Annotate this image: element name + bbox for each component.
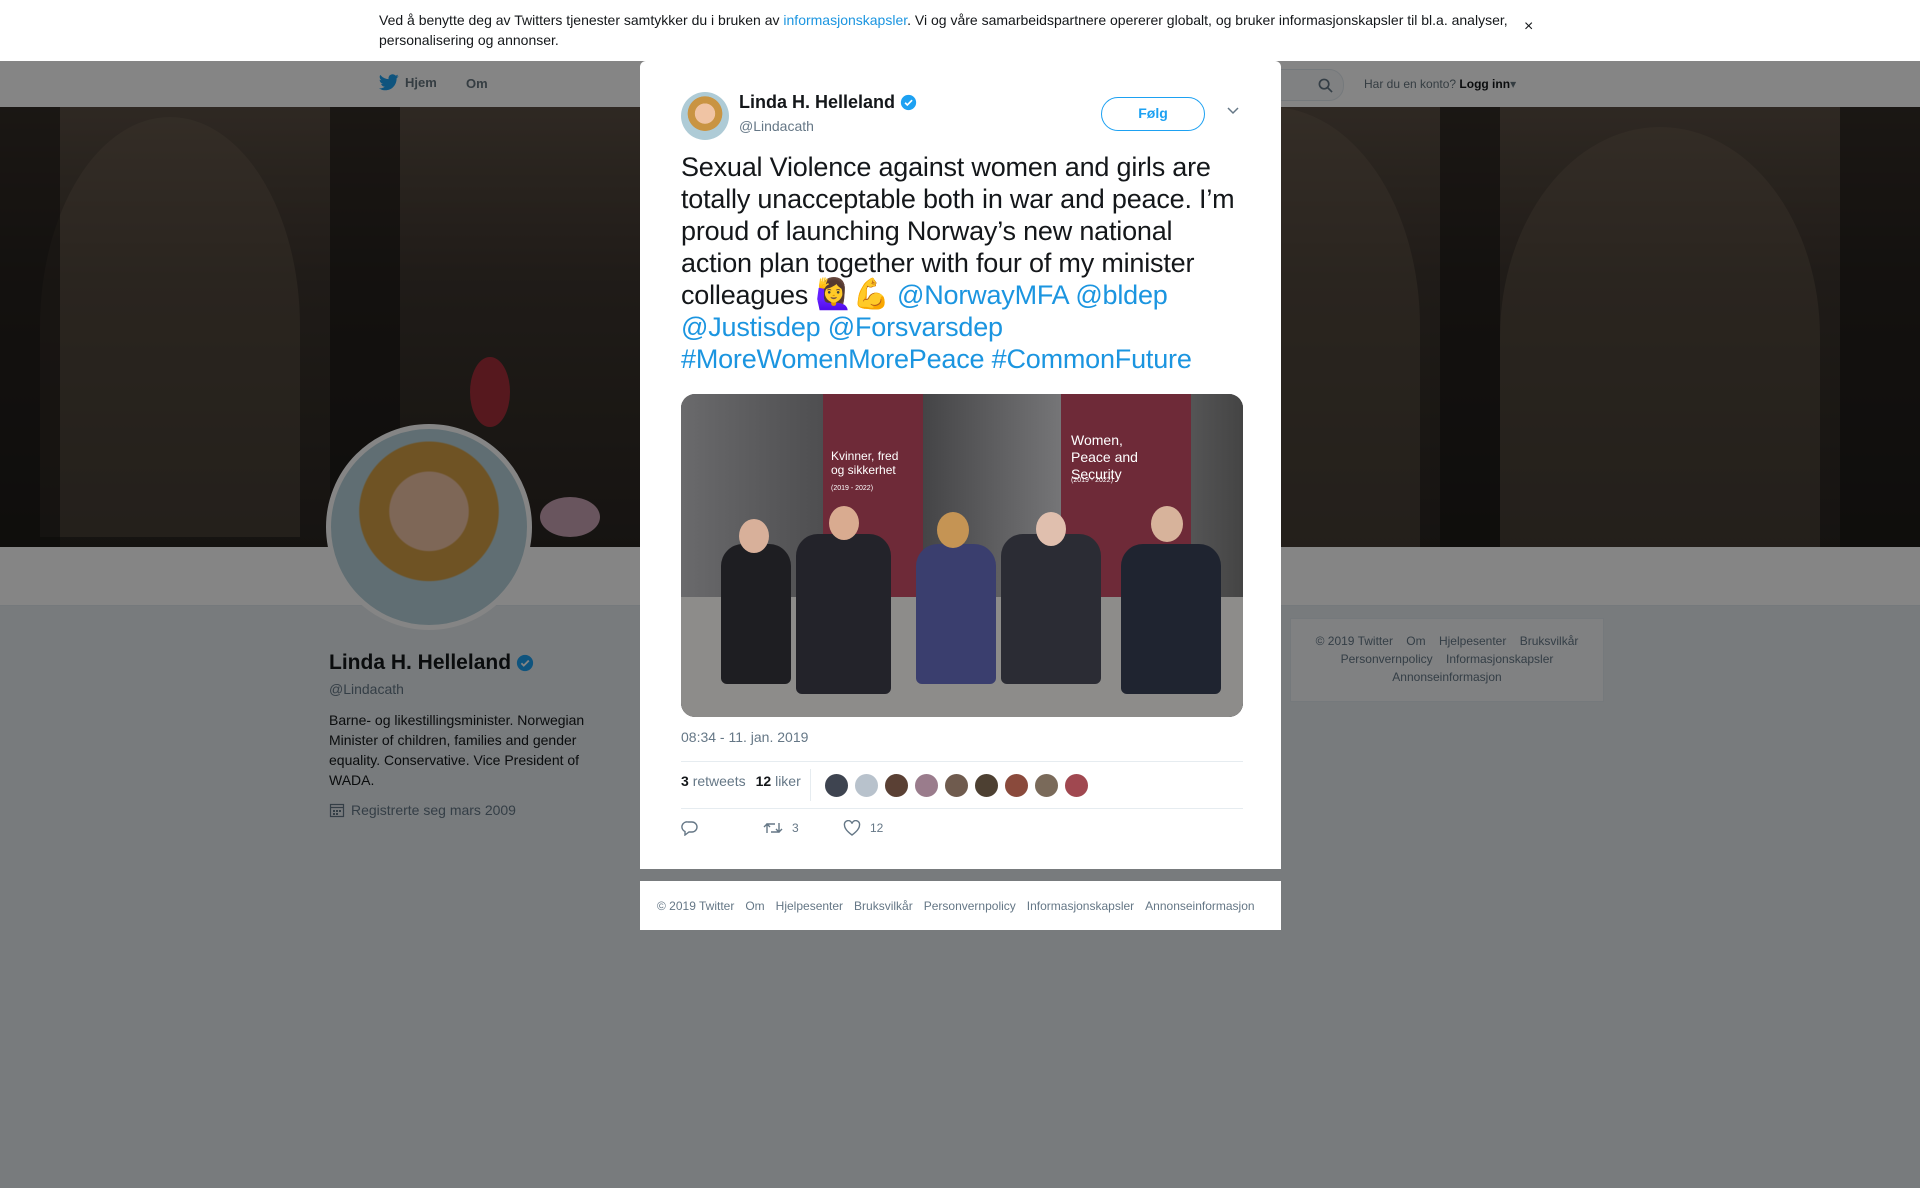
liker-avatar[interactable]: [1034, 773, 1059, 798]
photo-banner-left-text: Kvinner, fred og sikkerhet: [831, 449, 899, 477]
retweet-button[interactable]: 3: [763, 820, 843, 836]
like-button[interactable]: 12: [843, 820, 883, 836]
footer-link[interactable]: Bruksvilkår: [854, 899, 913, 913]
retweets-label: retweets: [692, 773, 746, 789]
liker-avatar[interactable]: [1004, 773, 1029, 798]
liker-avatar[interactable]: [944, 773, 969, 798]
liker-avatar[interactable]: [974, 773, 999, 798]
footer-link[interactable]: © 2019 Twitter: [657, 899, 734, 913]
liker-avatar[interactable]: [914, 773, 939, 798]
footer-link[interactable]: Personvernpolicy: [924, 899, 1016, 913]
photo-person: [1121, 544, 1221, 694]
mention-link[interactable]: @bldep: [1075, 280, 1167, 310]
likes-stat[interactable]: 12 liker: [756, 773, 801, 789]
photo-person: [721, 544, 791, 684]
tweet-emojis: 🙋‍♀️💪: [815, 278, 890, 311]
reply-icon: [681, 821, 698, 836]
tweet-author-avatar[interactable]: [681, 92, 729, 140]
tweet-stats: 3 retweets 12 liker: [681, 773, 801, 789]
hashtag-link[interactable]: #MoreWomenMorePeace: [681, 344, 985, 374]
liker-avatar[interactable]: [1064, 773, 1089, 798]
close-icon[interactable]: ×: [1874, 9, 1889, 40]
photo-person-head: [1036, 512, 1066, 546]
photo-person-head: [937, 512, 969, 548]
retweet-count: 3: [792, 821, 799, 835]
retweets-count: 3: [681, 773, 689, 789]
tweet-author-handle[interactable]: @Lindacath: [739, 118, 814, 134]
cookie-close-button[interactable]: ×: [1524, 18, 1533, 36]
footer-link[interactable]: Hjelpesenter: [776, 899, 843, 913]
liker-avatar[interactable]: [884, 773, 909, 798]
like-count: 12: [870, 821, 884, 835]
cookie-text-before: Ved å benytte deg av Twitters tjenester …: [379, 12, 784, 28]
liker-avatar[interactable]: [824, 773, 849, 798]
likes-count: 12: [755, 773, 772, 789]
photo-person-head: [739, 519, 769, 553]
modal-footer: © 2019 Twitter Om Hjelpesenter Bruksvilk…: [640, 881, 1281, 930]
photo-person: [916, 544, 996, 684]
photo-person-head: [829, 506, 859, 540]
photo-person: [796, 534, 891, 694]
tweet-text: Sexual Violence against women and girls …: [681, 151, 1246, 375]
liker-avatar[interactable]: [854, 773, 879, 798]
mention-link[interactable]: @Justisdep: [681, 312, 821, 342]
footer-link[interactable]: Annonseinformasjon: [1145, 899, 1254, 913]
reply-button[interactable]: [681, 820, 763, 836]
footer-link[interactable]: Om: [745, 899, 764, 913]
follow-button[interactable]: Følg: [1101, 97, 1205, 131]
photo-person: [1001, 534, 1101, 684]
verified-badge-icon: [900, 94, 917, 111]
photo-person-head: [1151, 506, 1183, 542]
mention-link[interactable]: @Forsvarsdep: [828, 312, 1003, 342]
cookie-policy-link[interactable]: informasjonskapsler: [783, 12, 907, 28]
likes-label: liker: [775, 773, 801, 789]
retweet-icon: [763, 823, 783, 833]
chevron-down-icon[interactable]: [1226, 106, 1240, 116]
tweet-photo[interactable]: Kvinner, fred og sikkerhet (2019 - 2022)…: [681, 394, 1243, 717]
tweet-actions: 3 12: [681, 820, 883, 836]
tweet-author-name[interactable]: Linda H. Helleland: [739, 92, 917, 113]
footer-link[interactable]: Informasjonskapsler: [1027, 899, 1134, 913]
hashtag-link[interactable]: #CommonFuture: [992, 344, 1192, 374]
cookie-banner: Ved å benytte deg av Twitters tjenester …: [0, 0, 1920, 61]
divider: [681, 761, 1243, 762]
mention-link[interactable]: @NorwayMFA: [897, 280, 1068, 310]
divider: [810, 769, 811, 801]
photo-banner-left-years: (2019 - 2022): [831, 485, 874, 492]
divider: [681, 808, 1243, 809]
retweets-stat[interactable]: 3 retweets: [681, 773, 746, 789]
tweet-timestamp[interactable]: 08:34 - 11. jan. 2019: [681, 729, 808, 745]
cookie-text: Ved å benytte deg av Twitters tjenester …: [379, 10, 1519, 50]
photo-banner-right-years: (2019 - 2022): [1071, 477, 1114, 484]
heart-icon: [843, 820, 861, 836]
tweet-author-name-text: Linda H. Helleland: [739, 92, 896, 112]
tweet-modal: Linda H. Helleland @Lindacath Følg Sexua…: [640, 61, 1281, 869]
likers-avatars: [824, 773, 1089, 798]
